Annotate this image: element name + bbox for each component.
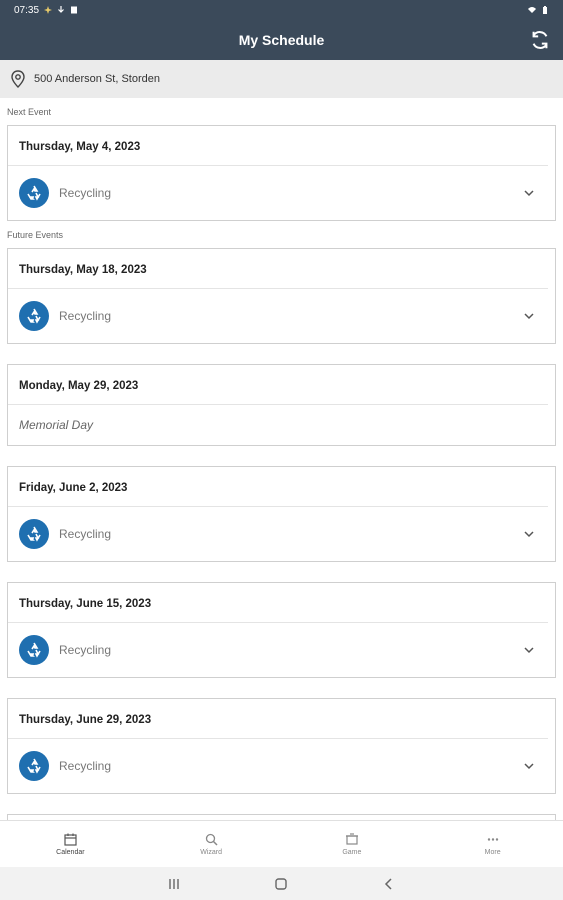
home-button[interactable] [269,872,293,896]
calendar-icon [64,833,77,846]
nav-more[interactable]: More [422,821,563,867]
event-date: Thursday, May 4, 2023 [8,126,548,166]
game-icon [345,832,358,845]
holiday-label: Memorial Day [19,418,94,432]
refresh-icon[interactable] [529,29,551,51]
address-text: 500 Anderson St, Storden [34,73,160,85]
bottom-nav: Calendar Wizard Game More [0,820,563,867]
event-card: Monday, May 29, 2023 Memorial Day [7,364,556,446]
event-card: Thursday, June 29, 2023 Recycling [7,698,556,794]
app-bar: My Schedule [0,20,563,60]
location-pin-icon [11,70,25,88]
recycle-icon [19,178,49,208]
nav-calendar[interactable]: Calendar [0,821,141,867]
status-bar: 07:35 [0,0,563,20]
event-card: Thursday, May 18, 2023 Recycling [7,248,556,344]
event-item-label: Recycling [59,759,112,773]
event-date: Monday, May 29, 2023 [8,365,548,405]
event-date: Thursday, June 29, 2023 [8,699,548,739]
event-date: Thursday, May 18, 2023 [8,249,548,289]
wifi-icon [528,7,536,13]
schedule-list[interactable]: Next Event Thursday, May 4, 2023 Recycli… [0,98,563,820]
recent-apps-button[interactable] [162,872,186,896]
event-card: Thursday, May 4, 2023 Recycling [7,125,556,221]
recent-apps-icon [169,878,179,889]
search-icon [205,833,218,846]
event-item-row[interactable]: Recycling [8,623,555,677]
download-icon [58,6,64,13]
recycle-icon [19,751,49,781]
event-date: Friday, June 2, 2023 [8,467,548,507]
system-nav-bar [0,867,563,900]
back-icon [385,877,392,890]
chevron-down-icon[interactable] [523,760,535,772]
event-item-label: Recycling [59,643,112,657]
chevron-down-icon[interactable] [523,644,535,656]
event-item-row[interactable]: Recycling [8,166,555,220]
nav-label: More [484,848,501,856]
event-item-row[interactable]: Recycling [8,739,555,793]
nav-label: Calendar [56,848,85,856]
event-item-row[interactable]: Recycling [8,507,555,561]
back-button[interactable] [377,872,401,896]
clipboard-icon [71,6,78,14]
event-item-label: Recycling [59,527,112,541]
recycle-icon [19,519,49,549]
status-time: 07:35 [14,4,40,16]
nav-game[interactable]: Game [282,821,423,867]
event-item-label: Recycling [59,186,112,200]
home-icon [275,877,288,890]
address-bar[interactable]: 500 Anderson St, Storden [0,60,563,98]
chevron-down-icon[interactable] [523,310,535,322]
notification-icon [44,6,53,14]
nav-label: Game [342,848,362,856]
event-item-label: Recycling [59,309,112,323]
event-date: Thursday, June 15, 2023 [8,583,548,623]
section-label-future: Future Events [7,230,64,240]
page-title: My Schedule [238,32,325,48]
nav-label: Wizard [200,848,223,856]
recycle-icon [19,301,49,331]
more-icon [487,837,498,841]
chevron-down-icon[interactable] [523,528,535,540]
event-item-row[interactable]: Recycling [8,289,555,343]
event-card: Thursday, June 15, 2023 Recycling [7,582,556,678]
nav-wizard[interactable]: Wizard [141,821,282,867]
section-label-next: Next Event [7,107,52,117]
chevron-down-icon[interactable] [523,187,535,199]
battery-icon [543,6,547,14]
recycle-icon [19,635,49,665]
event-card: Friday, June 2, 2023 Recycling [7,466,556,562]
